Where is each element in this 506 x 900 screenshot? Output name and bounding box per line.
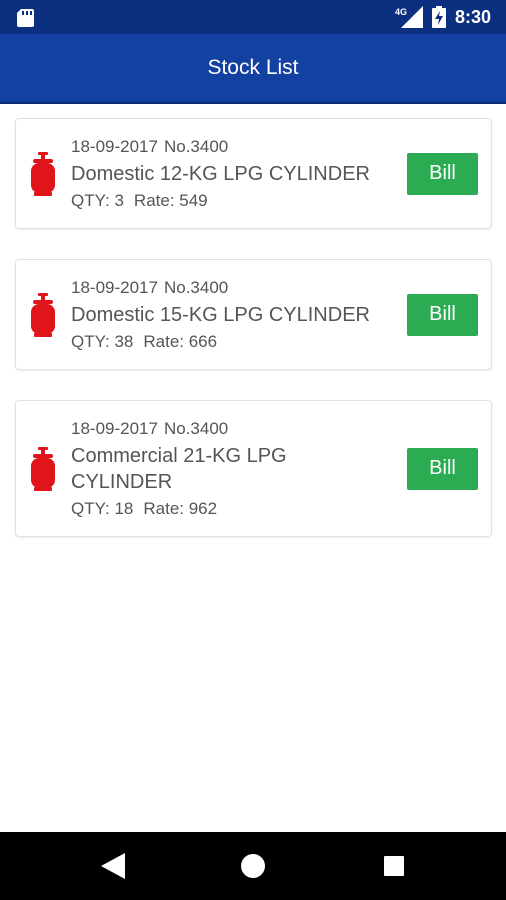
gas-cylinder-icon [31,151,55,196]
stock-rate: Rate: 962 [143,499,218,518]
stock-list: 18-09-2017 No.3400 Domestic 12-KG LPG CYL… [15,118,492,567]
stock-date: 18-09-2017 [71,278,158,297]
stock-name: Domestic 15-KG LPG CYLINDER [71,304,370,326]
sd-card-icon [17,9,34,27]
back-icon[interactable] [101,853,125,879]
stock-qty: QTY: 38 [71,332,134,351]
stock-card: 18-09-2017 No.3400 Domestic 12-KG LPG CYL… [15,118,492,229]
network-type-label: 4G [395,7,407,17]
status-bar: 4G 8:30 [0,0,506,34]
stock-number: No.3400 [163,278,229,297]
stock-rate: Rate: 666 [143,332,218,351]
status-clock: 8:30 [455,7,492,27]
recent-apps-icon[interactable] [384,856,404,876]
page-title: Stock List [207,56,299,79]
bill-button[interactable]: Bill [407,152,478,195]
gas-cylinder-icon [31,446,55,491]
battery-charging-icon [432,6,446,28]
stock-rate: Rate: 549 [133,191,208,210]
stock-date: 18-09-2017 [71,419,158,438]
stock-date: 18-09-2017 [71,137,158,156]
stock-name: Commercial 21-KG LPG CYLINDER [71,445,287,493]
stock-number: No.3400 [163,137,229,156]
signal-icon: 4G [395,6,423,28]
stock-card: 18-09-2017 No.3400 Commercial 21-KG LPG C… [15,400,492,537]
stock-card: 18-09-2017 No.3400 Domestic 15-KG LPG CYL… [15,259,492,370]
stock-number: No.3400 [163,419,229,438]
gas-cylinder-icon [31,292,55,337]
stock-name: Domestic 12-KG LPG CYLINDER [71,163,370,185]
app-bar: Stock List [0,34,506,104]
navigation-bar [0,832,506,900]
bill-button[interactable]: Bill [407,447,478,490]
home-icon[interactable] [241,854,265,878]
stock-qty: QTY: 18 [71,499,134,518]
stock-qty: QTY: 3 [71,191,124,210]
bill-button[interactable]: Bill [407,293,478,336]
